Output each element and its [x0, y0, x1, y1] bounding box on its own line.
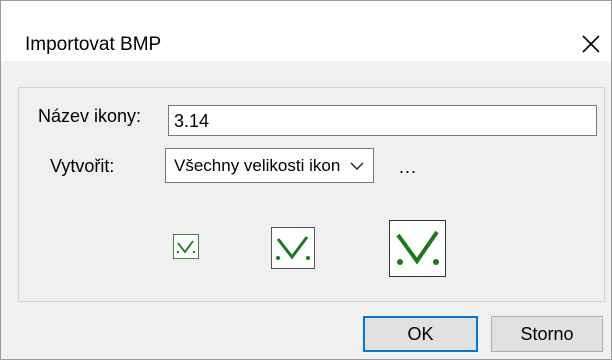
- preview-large: [389, 220, 446, 277]
- cancel-button[interactable]: Storno: [491, 316, 603, 352]
- preview-medium: [271, 227, 315, 269]
- ok-button[interactable]: OK: [363, 316, 478, 352]
- create-select-value: Všechny velikosti ikon: [174, 156, 341, 175]
- import-bmp-dialog: Importovat BMP Název ikony: 3.14 Vytvoři…: [0, 0, 612, 360]
- small-checkmark-icon: [177, 240, 195, 254]
- more-options-button[interactable]: ...: [399, 156, 417, 178]
- create-select[interactable]: Všechny velikosti ikon: [165, 148, 374, 183]
- close-icon[interactable]: [576, 29, 606, 59]
- preview-small: [173, 234, 199, 259]
- chevron-down-icon: [350, 162, 364, 170]
- create-label: Vytvořit:: [50, 156, 115, 176]
- large-checkmark-icon: [396, 230, 439, 265]
- icon-name-input[interactable]: 3.14: [168, 105, 597, 136]
- icon-name-label: Název ikony:: [38, 106, 142, 126]
- window-title: Importovat BMP: [25, 34, 162, 55]
- medium-checkmark-icon: [276, 236, 310, 260]
- title-bar: Importovat BMP: [1, 1, 611, 61]
